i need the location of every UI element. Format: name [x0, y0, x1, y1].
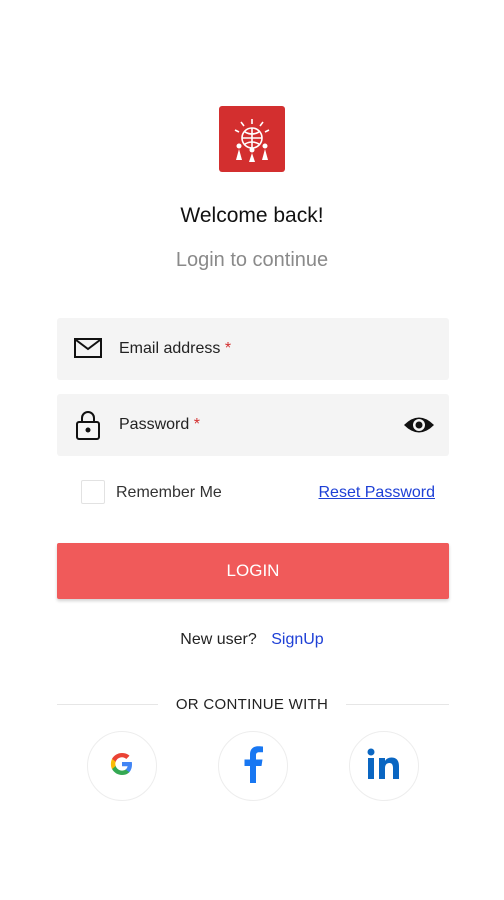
or-continue-with: OR CONTINUE WITH [175, 696, 329, 713]
facebook-icon [241, 745, 265, 788]
login-button[interactable]: LOGIN [57, 543, 449, 599]
required-mark: * [224, 340, 232, 357]
app-logo [219, 106, 285, 172]
linkedin-icon [366, 747, 402, 786]
envelope-icon [73, 336, 103, 365]
linkedin-login-button[interactable] [349, 731, 419, 801]
password-label: Password * [119, 416, 200, 433]
reset-password-link[interactable]: Reset Password [319, 484, 436, 502]
signup-link[interactable]: SignUp [271, 631, 323, 648]
globe-people-logo-icon [234, 119, 270, 162]
google-icon [108, 750, 136, 783]
show-password-icon[interactable] [403, 414, 435, 441]
signup-row: New user? SignUp [0, 631, 504, 649]
remember-me-checkbox[interactable] [81, 480, 105, 504]
google-login-button[interactable] [87, 731, 157, 801]
email-label: Email address * [119, 340, 232, 357]
required-mark: * [193, 416, 200, 433]
email-field[interactable]: Email address * [57, 318, 449, 380]
lock-icon [75, 409, 101, 446]
password-field[interactable]: Password * [57, 394, 449, 456]
facebook-login-button[interactable] [218, 731, 288, 801]
new-user-text: New user? [180, 631, 257, 648]
welcome-subtitle: Login to continue [175, 249, 329, 271]
welcome-title: Welcome back! [180, 204, 324, 227]
remember-me-label[interactable]: Remember Me [116, 484, 222, 502]
